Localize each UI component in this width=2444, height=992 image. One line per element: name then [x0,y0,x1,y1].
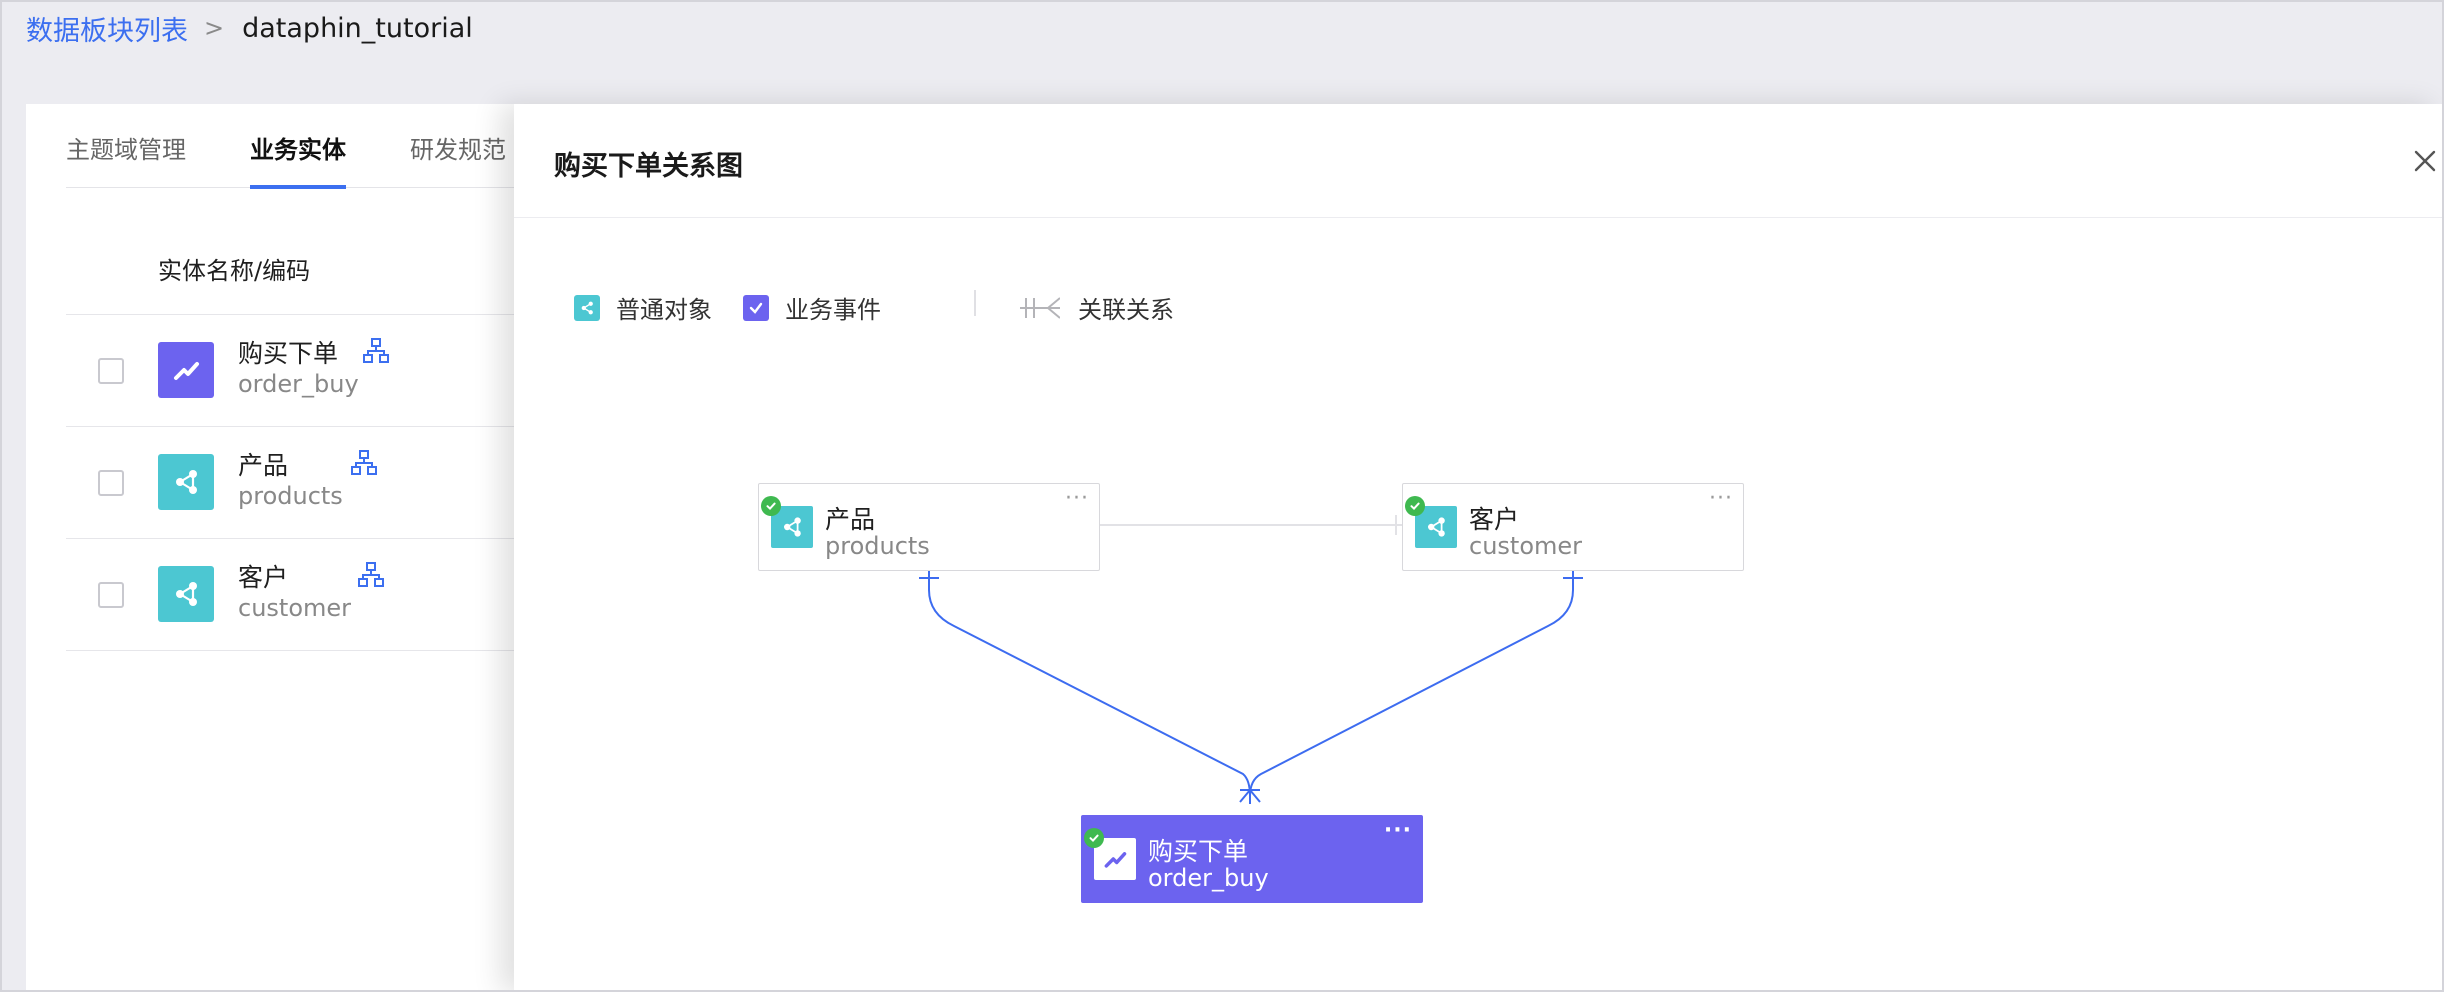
entity-name: 客户 [238,563,289,592]
node-code: products [825,532,930,560]
status-check-icon [1084,828,1104,848]
diagram-node-products[interactable]: 产品 products ··· [758,483,1100,571]
share-nodes-icon [158,566,214,622]
breadcrumb: 数据板块列表 > dataphin_tutorial [26,8,473,48]
more-icon[interactable]: ··· [1065,486,1089,511]
status-check-icon [1405,496,1425,516]
legend-object: 普通对象 [574,290,712,325]
hierarchy-icon[interactable] [358,562,384,588]
check-trend-icon [158,342,214,398]
more-icon[interactable]: ··· [1384,818,1412,843]
entity-name: 产品 [238,451,289,480]
entity-code: products [238,482,343,510]
hierarchy-icon[interactable] [363,338,389,364]
diagram-node-customer[interactable]: 客户 customer ··· [1402,483,1744,571]
legend-event: 业务事件 [743,290,881,325]
share-nodes-icon [158,454,214,510]
diagram-node-order-buy[interactable]: 购买下单 order_buy ··· [1081,815,1423,903]
breadcrumb-separator: > [204,14,225,42]
entity-name: 购买下单 [238,339,339,368]
tab-subject-domain[interactable]: 主题域管理 [66,104,186,188]
drawer-title: 购买下单关系图 [554,151,743,182]
legend-object-label: 普通对象 [616,296,712,324]
breadcrumb-current: dataphin_tutorial [242,12,473,44]
node-name: 客户 [1469,505,1520,534]
entity-code: customer [238,594,352,622]
entity-code: order_buy [238,370,359,398]
list-divider [66,650,536,651]
tab-dev-standards[interactable]: 研发规范（ [410,104,530,188]
column-header-entity-name: 实体名称/编码 [158,257,311,285]
node-code: order_buy [1148,864,1269,892]
row-checkbox[interactable] [98,582,124,608]
breadcrumb-link-block-list[interactable]: 数据板块列表 [26,9,188,48]
row-checkbox[interactable] [98,358,124,384]
check-icon [743,294,769,321]
list-item[interactable]: 客户 customer [66,538,536,650]
row-checkbox[interactable] [98,470,124,496]
legend-event-label: 业务事件 [785,296,881,324]
share-nodes-icon [574,294,600,321]
hierarchy-icon[interactable] [351,450,377,476]
more-icon[interactable]: ··· [1709,486,1733,511]
legend-relation-label: 关联关系 [1078,296,1174,324]
relationship-drawer: 购买下单关系图 普通对象 业务事件 关联关系 产品 products ··· 客… [514,104,2444,992]
drawer-header: 购买下单关系图 [514,104,2444,218]
relation-line-icon [1020,295,1060,321]
close-icon[interactable] [2410,146,2440,176]
node-name: 产品 [825,505,876,534]
legend-divider [974,290,976,316]
node-name: 购买下单 [1148,837,1249,866]
tab-business-entity[interactable]: 业务实体 [250,104,346,189]
list-item[interactable]: 产品 products [66,426,536,538]
list-item[interactable]: 购买下单 order_buy [66,314,536,426]
status-check-icon [761,496,781,516]
tab-bar: 主题域管理 业务实体 研发规范（ [66,104,536,189]
legend-relation: 关联关系 [1020,290,1174,325]
node-code: customer [1469,532,1583,560]
